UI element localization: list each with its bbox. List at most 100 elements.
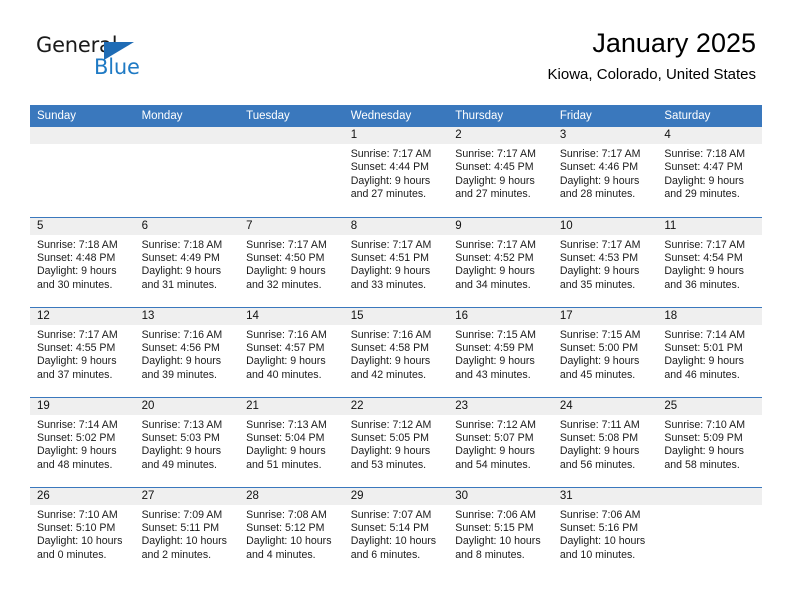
weekday-header-friday: Friday — [552, 105, 658, 127]
calendar-header-row: Sunday Monday Tuesday Wednesday Thursday… — [30, 105, 762, 127]
daylight-duration-line2: and 4 minutes. — [246, 548, 316, 561]
sunset-time: Sunset: 5:07 PM — [455, 431, 534, 444]
day-detail: Sunrise: 7:08 AM Sunset: 5:12 PM Daylight:… — [239, 505, 344, 563]
day-cell-inner: 7 Sunrise: 7:17 AM Sunset: 4:50 PM Daylight… — [239, 217, 344, 307]
sunset-time: Sunset: 5:10 PM — [37, 521, 116, 534]
day-cell-inner — [657, 487, 762, 578]
calendar-day-cell[interactable]: 9 Sunrise: 7:17 AM Sunset: 4:52 PM Daylight… — [448, 216, 553, 307]
calendar-day-cell[interactable]: 20 Sunrise: 7:13 AM Sunset: 5:03 PM Dayligh… — [134, 396, 240, 487]
sunset-time: Sunset: 4:54 PM — [664, 251, 743, 264]
calendar-day-cell[interactable]: 11 Sunrise: 7:17 AM Sunset: 4:54 PM Dayligh… — [657, 216, 762, 307]
sunset-time: Sunset: 5:00 PM — [559, 341, 639, 354]
sunrise-time: Sunrise: 7:17 AM — [559, 238, 641, 251]
calendar-day-cell[interactable]: 2 Sunrise: 7:17 AM Sunset: 4:45 PM Daylight… — [448, 127, 553, 217]
daylight-duration-line2: and 33 minutes. — [350, 278, 427, 291]
day-detail: Sunrise: 7:17 AM Sunset: 4:45 PM Daylight:… — [448, 144, 553, 202]
sunrise-time: Sunrise: 7:07 AM — [350, 508, 432, 521]
day-cell-inner: 4 Sunrise: 7:18 AM Sunset: 4:47 PM Daylight… — [657, 127, 762, 217]
sunrise-time: Sunrise: 7:18 AM — [141, 238, 223, 251]
calendar-day-cell[interactable]: 14 Sunrise: 7:16 AM Sunset: 4:57 PM Dayligh… — [239, 306, 344, 397]
calendar-day-cell[interactable]: 25 Sunrise: 7:10 AM Sunset: 5:09 PM Dayligh… — [657, 396, 762, 487]
calendar-day-cell[interactable]: 19 Sunrise: 7:14 AM Sunset: 5:02 PM Dayligh… — [30, 396, 135, 487]
daylight-duration-line1: Daylight: 9 hours — [350, 445, 431, 458]
day-number: 16 — [448, 307, 553, 325]
day-detail: Sunrise: 7:17 AM Sunset: 4:51 PM Daylight:… — [344, 235, 449, 293]
day-cell-inner: 29 Sunrise: 7:07 AM Sunset: 5:14 PM Dayligh… — [343, 487, 449, 578]
calendar-day-cell[interactable]: 15 Sunrise: 7:16 AM Sunset: 4:58 PM Dayligh… — [343, 306, 449, 397]
day-detail: Sunrise: 7:17 AM Sunset: 4:55 PM Daylight:… — [30, 325, 135, 383]
calendar-day-cell[interactable]: 6 Sunrise: 7:18 AM Sunset: 4:49 PM Daylight… — [134, 216, 240, 307]
calendar-day-cell[interactable]: 4 Sunrise: 7:18 AM Sunset: 4:47 PM Daylight… — [657, 127, 762, 217]
day-number: 19 — [30, 397, 135, 415]
sunset-time: Sunset: 5:08 PM — [559, 431, 639, 444]
calendar-day-cell[interactable]: 3 Sunrise: 7:17 AM Sunset: 4:46 PM Daylight… — [552, 127, 658, 217]
day-cell-inner: 13 Sunrise: 7:16 AM Sunset: 4:56 PM Dayligh… — [134, 307, 240, 397]
calendar-day-cell[interactable]: 23 Sunrise: 7:12 AM Sunset: 5:07 PM Dayligh… — [448, 396, 553, 487]
daylight-duration-line1: Daylight: 10 hours — [141, 535, 227, 548]
sunrise-time: Sunrise: 7:17 AM — [246, 238, 327, 251]
sunset-time: Sunset: 5:14 PM — [350, 521, 430, 534]
sunset-time: Sunset: 4:53 PM — [559, 251, 639, 264]
day-cell-inner: 26 Sunrise: 7:10 AM Sunset: 5:10 PM Dayligh… — [30, 487, 135, 578]
sunset-time: Sunset: 5:12 PM — [246, 521, 325, 534]
calendar-day-cell[interactable]: 7 Sunrise: 7:17 AM Sunset: 4:50 PM Daylight… — [239, 216, 344, 307]
page-header: General Blue January 2025 Kiowa, Colorad… — [0, 0, 792, 104]
calendar-day-cell[interactable]: 30 Sunrise: 7:06 AM Sunset: 5:15 PM Dayligh… — [448, 486, 553, 577]
sunrise-time: Sunrise: 7:12 AM — [455, 418, 536, 431]
calendar-week-row: 26 Sunrise: 7:10 AM Sunset: 5:10 PM Dayligh… — [30, 486, 762, 578]
daylight-duration-line2: and 10 minutes. — [559, 548, 636, 561]
day-detail: Sunrise: 7:16 AM Sunset: 4:57 PM Daylight:… — [239, 325, 344, 383]
day-number — [30, 127, 135, 144]
calendar-day-cell[interactable]: 12 Sunrise: 7:17 AM Sunset: 4:55 PM Dayligh… — [30, 306, 135, 397]
page-title: January 2025 — [592, 28, 756, 58]
daylight-duration-line1: Daylight: 9 hours — [141, 265, 222, 278]
daylight-duration-line2: and 40 minutes. — [246, 368, 322, 381]
day-detail: Sunrise: 7:06 AM Sunset: 5:15 PM Daylight:… — [448, 505, 553, 563]
calendar-day-cell[interactable]: 22 Sunrise: 7:12 AM Sunset: 5:05 PM Dayligh… — [343, 396, 449, 487]
calendar-week-row: 1 Sunrise: 7:17 AM Sunset: 4:44 PM Daylight… — [30, 127, 762, 217]
calendar-day-cell[interactable]: 13 Sunrise: 7:16 AM Sunset: 4:56 PM Dayligh… — [134, 306, 240, 397]
calendar-day-cell[interactable]: 24 Sunrise: 7:11 AM Sunset: 5:08 PM Dayligh… — [552, 396, 658, 487]
calendar-day-cell[interactable]: 31 Sunrise: 7:06 AM Sunset: 5:16 PM Dayligh… — [552, 486, 658, 577]
day-detail — [135, 144, 240, 148]
calendar-day-cell[interactable]: 21 Sunrise: 7:13 AM Sunset: 5:04 PM Dayligh… — [239, 396, 344, 487]
calendar-day-cell[interactable]: 17 Sunrise: 7:15 AM Sunset: 5:00 PM Dayligh… — [552, 306, 658, 397]
calendar-day-cell[interactable]: 8 Sunrise: 7:17 AM Sunset: 4:51 PM Daylight… — [343, 216, 449, 307]
calendar-day-cell[interactable]: 26 Sunrise: 7:10 AM Sunset: 5:10 PM Dayligh… — [30, 486, 135, 578]
day-number: 21 — [239, 397, 344, 415]
sunset-time: Sunset: 4:49 PM — [141, 251, 220, 264]
calendar-day-cell[interactable]: 1 Sunrise: 7:17 AM Sunset: 4:44 PM Daylight… — [343, 127, 449, 217]
calendar-day-cell[interactable]: 18 Sunrise: 7:14 AM Sunset: 5:01 PM Dayligh… — [657, 306, 762, 397]
day-detail: Sunrise: 7:18 AM Sunset: 4:49 PM Daylight:… — [135, 235, 240, 293]
day-number: 4 — [657, 127, 762, 144]
day-detail: Sunrise: 7:10 AM Sunset: 5:09 PM Daylight:… — [657, 415, 762, 473]
daylight-duration-line1: Daylight: 9 hours — [246, 355, 326, 368]
daylight-duration-line1: Daylight: 9 hours — [664, 445, 744, 458]
calendar-week-row: 19 Sunrise: 7:14 AM Sunset: 5:02 PM Dayligh… — [30, 396, 762, 487]
day-detail: Sunrise: 7:06 AM Sunset: 5:16 PM Daylight:… — [553, 505, 658, 563]
page-subtitle: Kiowa, Colorado, United States — [547, 66, 756, 83]
sunrise-time: Sunrise: 7:17 AM — [350, 238, 432, 251]
weekday-header-sunday: Sunday — [30, 105, 135, 127]
sunrise-time: Sunrise: 7:18 AM — [664, 148, 746, 160]
day-number: 26 — [30, 487, 135, 505]
calendar-table: Sunday Monday Tuesday Wednesday Thursday… — [30, 105, 762, 577]
day-cell-inner: 18 Sunrise: 7:14 AM Sunset: 5:01 PM Dayligh… — [657, 307, 762, 397]
day-cell-inner: 5 Sunrise: 7:18 AM Sunset: 4:48 PM Daylight… — [30, 217, 135, 307]
day-detail — [30, 144, 135, 148]
calendar-day-cell[interactable]: 10 Sunrise: 7:17 AM Sunset: 4:53 PM Dayligh… — [552, 216, 658, 307]
day-cell-inner: 24 Sunrise: 7:11 AM Sunset: 5:08 PM Dayligh… — [552, 397, 658, 487]
day-detail: Sunrise: 7:10 AM Sunset: 5:10 PM Daylight:… — [30, 505, 135, 563]
daylight-duration-line2: and 37 minutes. — [37, 368, 113, 381]
generalblue-logo[interactable]: General Blue — [36, 34, 216, 82]
calendar-day-cell[interactable]: 16 Sunrise: 7:15 AM Sunset: 4:59 PM Dayligh… — [448, 306, 553, 397]
calendar-day-cell[interactable]: 29 Sunrise: 7:07 AM Sunset: 5:14 PM Dayligh… — [343, 486, 449, 578]
calendar-day-cell[interactable]: 28 Sunrise: 7:08 AM Sunset: 5:12 PM Dayligh… — [239, 486, 344, 577]
calendar-day-cell[interactable]: 27 Sunrise: 7:09 AM Sunset: 5:11 PM Dayligh… — [134, 486, 240, 577]
day-detail: Sunrise: 7:18 AM Sunset: 4:47 PM Daylight:… — [657, 144, 762, 202]
day-cell-inner — [134, 127, 240, 217]
day-number: 10 — [552, 217, 658, 235]
day-cell-inner: 17 Sunrise: 7:15 AM Sunset: 5:00 PM Dayligh… — [552, 307, 658, 397]
daylight-duration-line2: and 32 minutes. — [246, 278, 322, 291]
calendar-day-cell[interactable]: 5 Sunrise: 7:18 AM Sunset: 4:48 PM Daylight… — [30, 216, 135, 307]
